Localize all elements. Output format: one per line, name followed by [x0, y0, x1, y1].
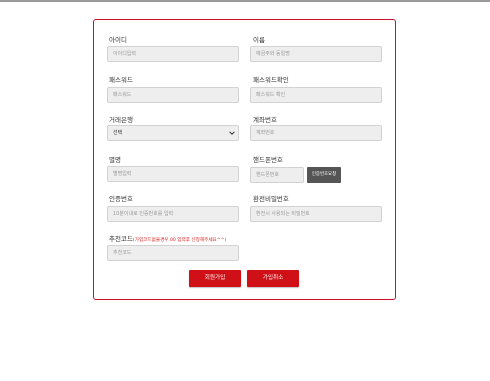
label-verification-code: 인증번호 [109, 195, 133, 203]
nickname-input[interactable]: 별명입력 [107, 166, 239, 182]
password-input[interactable]: 패스워드 [107, 87, 239, 103]
account-number-input[interactable]: 계좌번호 [250, 125, 382, 141]
label-referral-code: 추천코드 [109, 235, 133, 243]
label-password: 패스워드 [109, 76, 133, 84]
verification-code-input[interactable]: 10분이내로 인증번호를 입력 [107, 206, 239, 222]
label-name: 이름 [253, 36, 265, 44]
user-id-input[interactable]: 아이디입력 [107, 46, 239, 62]
referral-label-row: 추천코드(가입코드없을경우 00 입력후 신청해주세요^^) [109, 233, 226, 243]
label-bank: 거래은행 [109, 116, 133, 124]
label-nickname: 별명 [109, 156, 121, 164]
top-divider [0, 0, 490, 2]
cancel-button[interactable]: 가입취소 [247, 270, 299, 287]
password-confirm-input[interactable]: 패스워드 확인 [250, 87, 382, 103]
withdraw-password-input[interactable]: 환전시 사용되는 비밀번호 [250, 206, 382, 222]
referral-code-input[interactable]: 추천코드 [107, 245, 239, 261]
referral-hint: (가입코드없을경우 00 입력후 신청해주세요^^) [132, 238, 227, 243]
label-withdraw-password: 환전비밀번호 [253, 195, 289, 203]
register-button[interactable]: 회원가입 [189, 270, 241, 287]
chevron-down-icon [229, 131, 235, 135]
signup-form-card: 아이디 아이디입력 패스워드 패스워드 거래은행 선택 별명 별명입력 인증번호… [93, 19, 396, 300]
label-user-id: 아이디 [109, 36, 127, 44]
phone-input[interactable]: 핸드폰번호 [250, 167, 304, 183]
bank-select-value: 선택 [113, 130, 123, 136]
label-account-number: 계좌번호 [253, 116, 277, 124]
bank-select[interactable]: 선택 [107, 125, 239, 141]
request-verification-button[interactable]: 인증번호요청 [307, 167, 341, 183]
name-input[interactable]: 예금주와 동일명 [250, 46, 382, 62]
label-password-confirm: 패스워드확인 [253, 76, 289, 84]
label-phone: 핸드폰번호 [253, 156, 283, 164]
